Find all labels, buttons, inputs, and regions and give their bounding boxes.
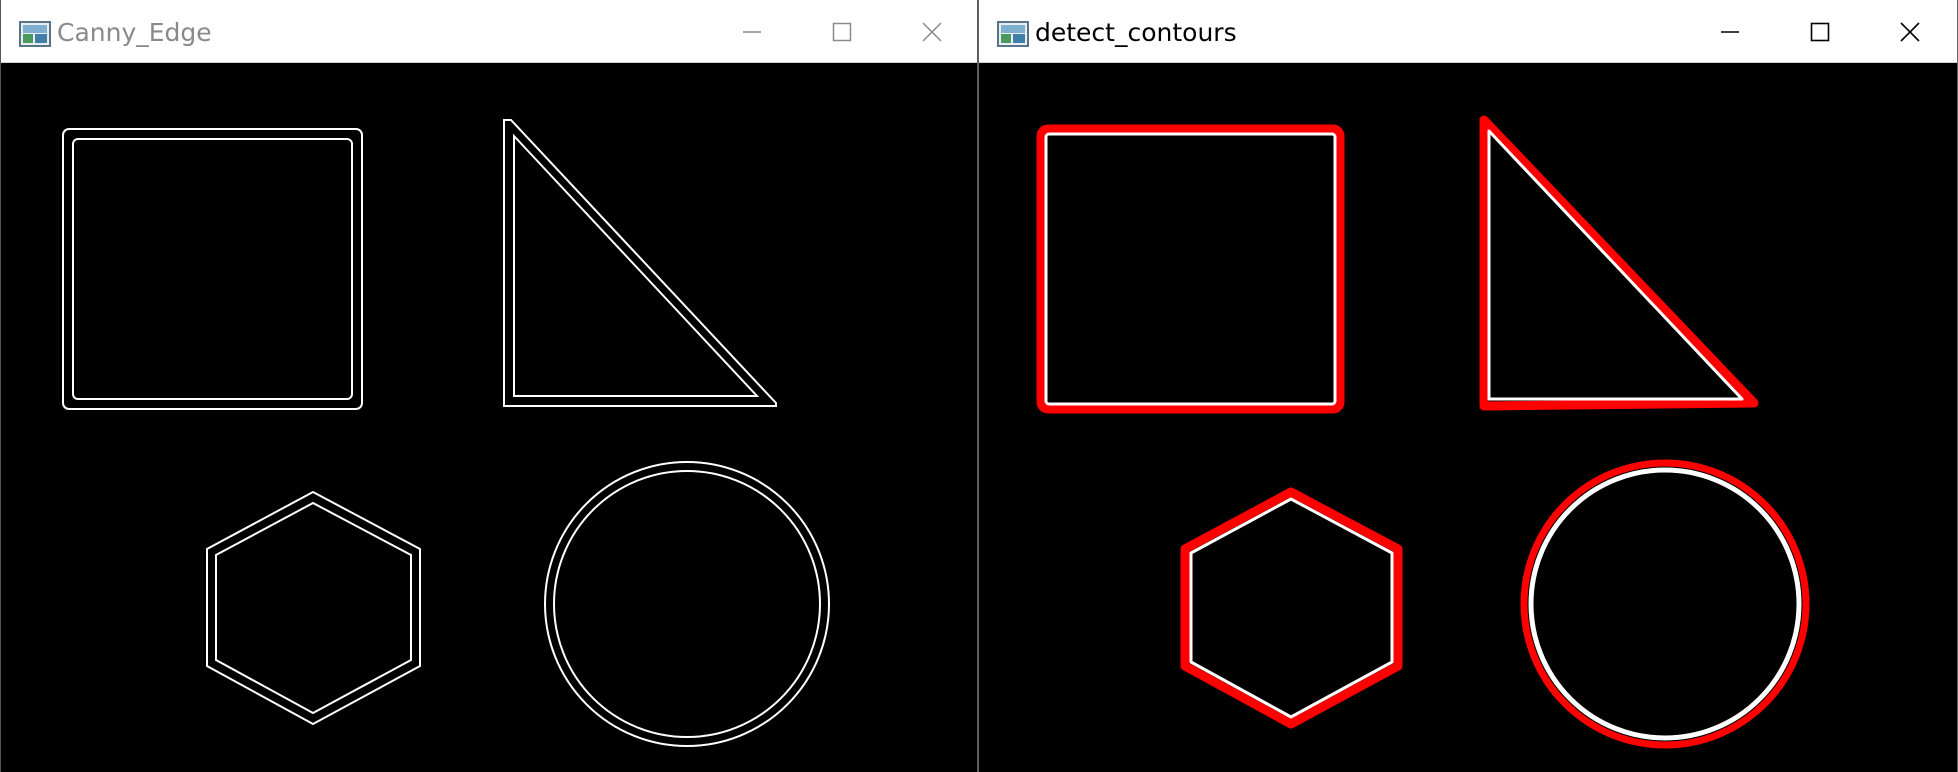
minimize-icon <box>743 30 761 33</box>
maximize-button[interactable] <box>797 0 887 63</box>
close-button[interactable] <box>1865 0 1955 63</box>
maximize-icon <box>832 22 852 41</box>
minimize-button[interactable] <box>1685 0 1775 63</box>
minimize-button[interactable] <box>707 0 797 63</box>
minimize-icon <box>1721 30 1739 33</box>
edge-image-canvas <box>1 63 977 772</box>
close-icon <box>922 21 942 42</box>
app-image-icon <box>19 21 51 47</box>
maximize-icon <box>1810 22 1830 41</box>
contour-image-canvas <box>979 63 1957 772</box>
app-image-icon <box>997 21 1029 47</box>
close-icon <box>1900 21 1920 42</box>
titlebar[interactable]: Canny_Edge <box>1 0 977 63</box>
maximize-button[interactable] <box>1775 0 1865 63</box>
titlebar[interactable]: detect_contours <box>979 0 1957 63</box>
window-title: detect_contours <box>1035 18 1237 47</box>
close-button[interactable] <box>887 0 977 63</box>
detect-contours-window: detect_contours <box>978 0 1958 772</box>
canny-edge-window: Canny_Edge <box>0 0 978 772</box>
window-title: Canny_Edge <box>57 18 212 47</box>
